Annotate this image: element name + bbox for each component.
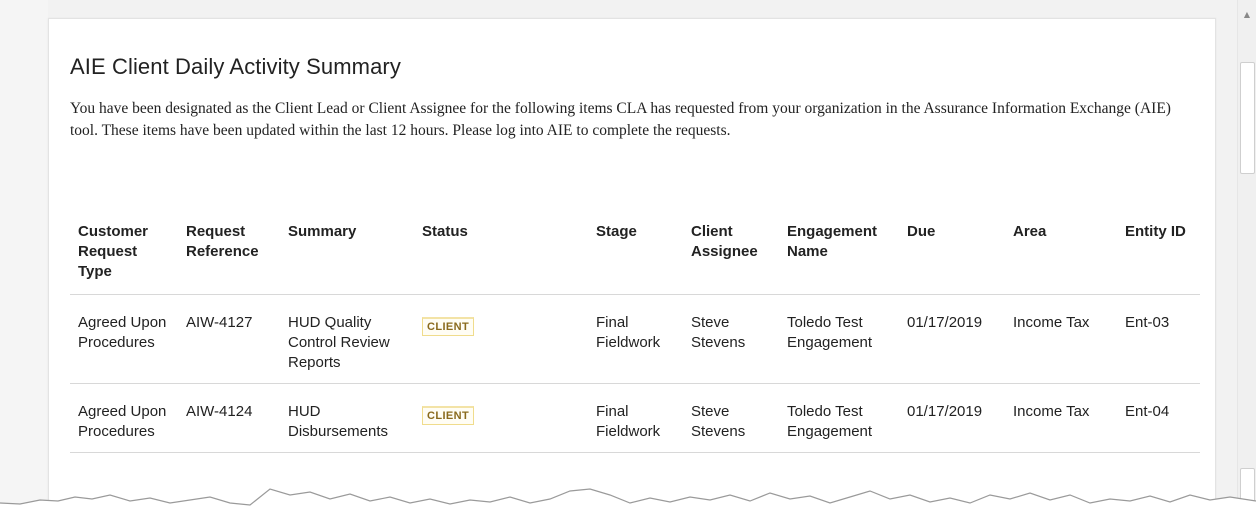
triangle-up-icon[interactable]: ▲ xyxy=(1242,10,1252,20)
header-area: Area xyxy=(1005,210,1117,295)
header-customer-request-type: Customer Request Type xyxy=(70,210,178,295)
cell-due: 01/17/2019 xyxy=(899,294,1005,384)
header-entity-id: Entity ID xyxy=(1117,210,1200,295)
header-due: Due xyxy=(899,210,1005,295)
cell-request-reference[interactable]: AIW-4127 xyxy=(178,294,280,384)
header-request-reference: Request Reference xyxy=(178,210,280,295)
cell-entity-id: Ent-03 xyxy=(1117,294,1200,384)
cell-area: Income Tax xyxy=(1005,294,1117,384)
scrollbar-thumb-lower[interactable] xyxy=(1240,468,1255,510)
header-engagement-name: Engagement Name xyxy=(779,210,899,295)
header-client-assignee: Client Assignee xyxy=(683,210,779,295)
email-viewport: AIE Client Daily Activity Summary You ha… xyxy=(0,0,1256,519)
cell-engagement-name: Toledo Test Engagement xyxy=(779,383,899,453)
table-header-row: Customer Request Type Request Reference … xyxy=(70,210,1200,295)
cell-request-type: Agreed Upon Procedures xyxy=(70,294,178,384)
status-badge: CLIENT xyxy=(422,406,475,425)
header-summary: Summary xyxy=(280,210,414,295)
scrollbar-thumb[interactable] xyxy=(1240,62,1255,174)
table-row: Agreed Upon Procedures AIW-4127 HUD Qual… xyxy=(70,294,1200,384)
header-stage: Stage xyxy=(588,210,683,295)
cell-engagement-name: Toledo Test Engagement xyxy=(779,294,899,384)
cell-summary: HUD Quality Control Review Reports xyxy=(280,294,414,384)
cell-stage: Final Fieldwork xyxy=(588,294,683,384)
cell-status: CLIENT xyxy=(414,383,588,453)
email-title: AIE Client Daily Activity Summary xyxy=(70,54,401,79)
cell-summary: HUD Disbursements xyxy=(280,383,414,453)
status-badge: CLIENT xyxy=(422,317,475,336)
vertical-scrollbar[interactable]: ▲ xyxy=(1237,0,1256,519)
left-gutter xyxy=(0,0,48,519)
cell-client-assignee: Steve Stevens xyxy=(683,294,779,384)
email-card: AIE Client Daily Activity Summary You ha… xyxy=(48,18,1216,519)
cell-stage: Final Fieldwork xyxy=(588,383,683,453)
cell-request-type: Agreed Upon Procedures xyxy=(70,383,178,453)
email-intro-text: You have been designated as the Client L… xyxy=(70,100,1171,139)
cell-client-assignee: Steve Stevens xyxy=(683,383,779,453)
cell-entity-id: Ent-04 xyxy=(1117,383,1200,453)
activity-table: Customer Request Type Request Reference … xyxy=(70,210,1200,453)
cell-status: CLIENT xyxy=(414,294,588,384)
header-status: Status xyxy=(414,210,588,295)
table-row: Agreed Upon Procedures AIW-4124 HUD Disb… xyxy=(70,383,1200,453)
email-content: AIE Client Daily Activity Summary You ha… xyxy=(70,54,1200,453)
cell-request-reference[interactable]: AIW-4124 xyxy=(178,383,280,453)
cell-due: 01/17/2019 xyxy=(899,383,1005,453)
cell-area: Income Tax xyxy=(1005,383,1117,453)
